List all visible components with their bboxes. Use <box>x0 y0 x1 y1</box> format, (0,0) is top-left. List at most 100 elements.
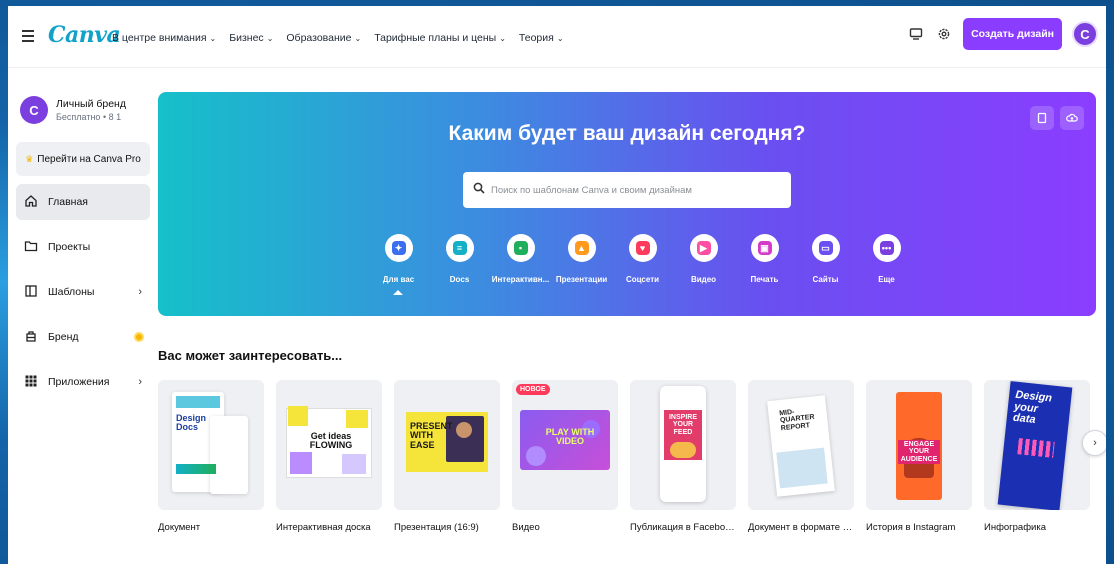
nav-item-featured[interactable]: В центре внимания ⌄ <box>112 32 216 44</box>
category-glyph-icon: ▭ <box>818 241 833 255</box>
nav-item-business[interactable]: Бизнес ⌄ <box>229 32 273 44</box>
upgrade-pro-label: Перейти на Canva Pro <box>37 153 141 165</box>
card-thumb-text: PRESENT WITH EASE <box>410 421 453 450</box>
category-item[interactable]: ♥ Соцсети <box>612 234 673 295</box>
card-label: Документ <box>158 522 201 533</box>
sidebar-item-label: Бренд <box>48 331 79 343</box>
category-item[interactable]: ✦ Для вас <box>368 234 429 295</box>
card-thumb-text: Design your data <box>1012 388 1053 427</box>
category-label: Видео <box>690 275 717 284</box>
suggestion-card-document[interactable]: Design Docs Документ <box>158 380 264 533</box>
custom-size-icon[interactable] <box>1030 106 1054 130</box>
suggestion-card-video[interactable]: НОВОЕ PLAY WITH VIDEO Видео <box>512 380 618 533</box>
top-nav: В центре внимания ⌄ Бизнес ⌄ Образование ⌄ … <box>112 32 564 44</box>
search-bar[interactable] <box>463 172 791 208</box>
suggestion-card-infographic[interactable]: Design your data Инфографика <box>984 380 1090 533</box>
sidebar-item-apps[interactable]: Приложения › <box>16 364 150 400</box>
canva-window: Canva В центре внимания ⌄ Бизнес ⌄ Образов… <box>8 6 1106 564</box>
create-design-button[interactable]: Создать дизайн <box>963 18 1062 50</box>
card-thumbnail: PRESENT WITH EASE <box>394 380 500 510</box>
card-thumb-text: Design Docs <box>176 413 207 433</box>
category-label: Docs <box>449 275 470 284</box>
suggestion-card-presentation[interactable]: PRESENT WITH EASE Презентация (16:9) <box>394 380 500 533</box>
category-label: Соцсети <box>625 275 660 284</box>
search-icon <box>473 181 485 199</box>
upgrade-pro-button[interactable]: ♛ Перейти на Canva Pro <box>16 142 150 176</box>
crown-icon: ♛ <box>25 153 34 164</box>
card-thumb-text: Get ideas FLOWING <box>309 431 353 451</box>
category-glyph-icon: ▣ <box>757 241 772 255</box>
hero-banner: Каким будет ваш дизайн сегодня? ✦ Для вас… <box>158 92 1096 316</box>
category-row: ✦ Для вас ≡ Docs ▪ Интерактивн... ▲ Презентации… <box>368 234 917 295</box>
category-glyph-icon: ••• <box>879 241 894 255</box>
category-label: Печать <box>750 275 779 284</box>
sidebar-item-templates[interactable]: Шаблоны › <box>16 274 150 310</box>
category-icon: ▭ <box>811 234 840 262</box>
nav-item-education[interactable]: Образование ⌄ <box>286 32 361 44</box>
category-item[interactable]: ▣ Печать <box>734 234 795 295</box>
chevron-down-icon: ⌄ <box>499 34 506 43</box>
suggestion-card-whiteboard[interactable]: Get ideas FLOWING Интерактивная доска <box>276 380 382 533</box>
nav-item-learn[interactable]: Теория ⌄ <box>519 32 564 44</box>
sidebar-item-projects[interactable]: Проекты <box>16 229 150 265</box>
category-glyph-icon: ♥ <box>635 241 650 255</box>
upload-cloud-icon[interactable] <box>1060 106 1084 130</box>
card-thumbnail: Design Docs <box>158 380 264 510</box>
user-avatar[interactable]: C <box>1072 21 1098 47</box>
sidebar-item-label: Проекты <box>48 241 91 253</box>
side-menu: Главная Проекты Шаблоны › Бренд Приложен… <box>16 184 150 400</box>
chevron-right-icon: › <box>138 286 142 298</box>
category-item[interactable]: ▲ Презентации <box>551 234 612 295</box>
card-label: Инфографика <box>984 522 1046 533</box>
sidebar-item-label: Главная <box>48 196 88 208</box>
category-glyph-icon: ▲ <box>574 241 589 255</box>
settings-gear-icon[interactable] <box>935 25 953 43</box>
template-icon <box>24 284 38 301</box>
menu-icon[interactable] <box>22 30 34 42</box>
sidebar-item-brand[interactable]: Бренд <box>16 319 150 355</box>
category-item[interactable]: ▭ Сайты <box>795 234 856 295</box>
category-item[interactable]: ••• Еще <box>856 234 917 295</box>
top-bar: Canva В центре внимания ⌄ Бизнес ⌄ Образов… <box>8 6 1106 68</box>
sidebar-item-home[interactable]: Главная <box>16 184 150 220</box>
hero-title: Каким будет ваш дизайн сегодня? <box>448 122 806 145</box>
card-thumbnail: MID-QUARTER REPORT <box>748 380 854 510</box>
premium-coin-icon <box>134 332 144 342</box>
card-label: Документ в формате A4 <box>748 522 854 533</box>
card-label: Интерактивная доска <box>276 522 371 533</box>
brand-switcher[interactable]: C Личный бренд Бесплатно • 8 1 <box>16 90 150 130</box>
suggestion-card-facebook-post[interactable]: INSPIRE YOUR FEED Публикация в Facebook … <box>630 380 736 533</box>
suggestion-card-a4-document[interactable]: MID-QUARTER REPORT Документ в формате A4 <box>748 380 854 533</box>
category-icon: ♥ <box>628 234 657 262</box>
category-glyph-icon: ▶ <box>696 241 711 255</box>
category-label: Интерактивн... <box>491 275 550 284</box>
sidebar-item-label: Шаблоны <box>48 286 95 298</box>
card-thumbnail: Design your data <box>984 380 1090 510</box>
category-icon: ••• <box>872 234 901 262</box>
canva-logo[interactable]: Canva <box>48 22 121 48</box>
chevron-down-icon: ⌄ <box>209 34 217 43</box>
chevron-down-icon: ⌄ <box>556 34 564 43</box>
chevron-right-icon: › <box>138 376 142 388</box>
category-item[interactable]: ▶ Видео <box>673 234 734 295</box>
suggestion-cards: Design Docs Документ Get ideas FLOWING И… <box>158 380 1090 533</box>
home-icon <box>24 194 38 211</box>
card-thumbnail: PLAY WITH VIDEO <box>512 380 618 510</box>
brand-name: Личный бренд <box>56 98 126 110</box>
new-badge: НОВОЕ <box>516 384 550 395</box>
nav-item-pricing[interactable]: Тарифные планы и цены ⌄ <box>374 32 506 44</box>
category-item[interactable]: ≡ Docs <box>429 234 490 295</box>
brand-plan: Бесплатно • 8 1 <box>56 112 122 122</box>
carousel-next-button[interactable]: › <box>1082 430 1106 456</box>
header-actions: Создать дизайн C <box>907 18 1098 50</box>
suggestion-card-instagram-story[interactable]: ENGAGE YOUR AUDIENCE История в Instagram <box>866 380 972 533</box>
search-input[interactable] <box>491 184 771 196</box>
category-glyph-icon: ✦ <box>391 241 406 255</box>
card-label: Видео <box>512 522 540 533</box>
card-thumbnail: Get ideas FLOWING <box>276 380 382 510</box>
category-item[interactable]: ▪ Интерактивн... <box>490 234 551 295</box>
category-label: Презентации <box>555 275 608 284</box>
category-glyph-icon: ≡ <box>452 241 467 255</box>
category-icon: ▣ <box>750 234 779 262</box>
desktop-app-icon[interactable] <box>907 25 925 43</box>
